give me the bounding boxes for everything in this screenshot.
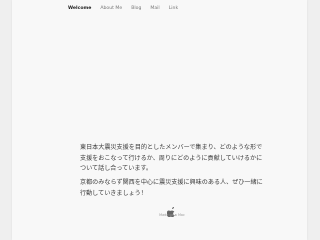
footer-made-on-mac: Made on a Mac (159, 213, 185, 217)
page-card: Welcome About Me Blog Mail Link 東日本大震災支援… (12, 0, 307, 240)
top-nav: Welcome About Me Blog Mail Link (68, 6, 187, 11)
intro-paragraph: 東日本大震災支援を目的としたメンバーで集まり、どのような形で支援をおこなって行け… (80, 144, 263, 172)
apple-logo-icon (166, 202, 177, 218)
call-to-action-paragraph: 京都のみならず関西を中心に震災支援に興味のある人、ぜひ一緒に行動していきましょう… (80, 179, 263, 197)
nav-item-link[interactable]: Link (169, 6, 178, 11)
nav-item-mail[interactable]: Mail (150, 6, 159, 11)
nav-item-about-me[interactable]: About Me (100, 6, 122, 11)
nav-item-welcome[interactable]: Welcome (68, 6, 91, 11)
nav-item-blog[interactable]: Blog (131, 6, 141, 11)
